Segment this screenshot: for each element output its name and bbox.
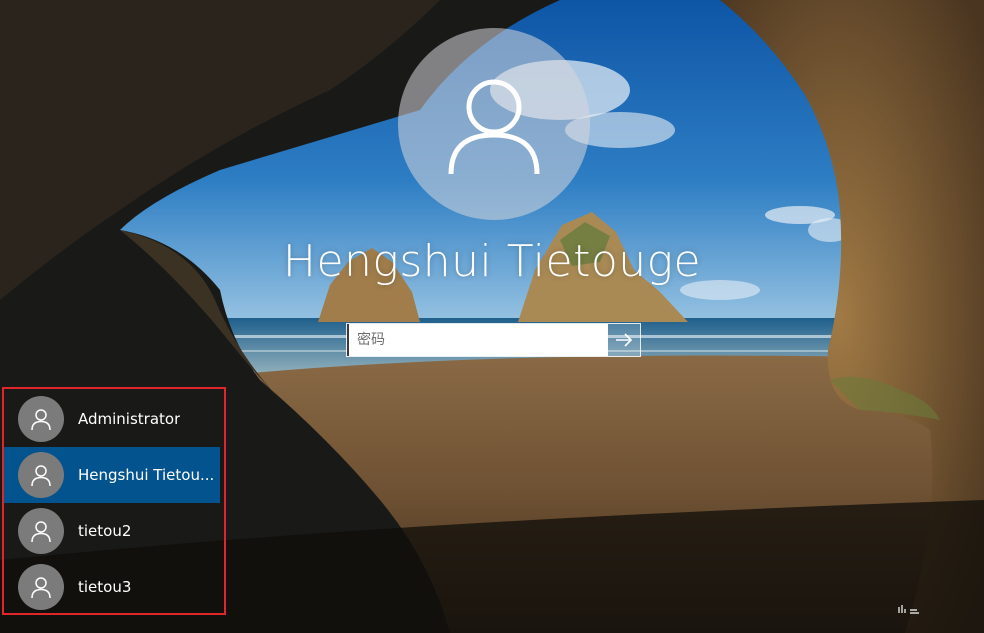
user-silhouette-icon [31,409,51,431]
system-tray-icon[interactable] [898,603,920,615]
current-username: Hengshui Tietouge [282,236,702,287]
password-input[interactable] [347,324,608,356]
user-avatar [18,396,64,442]
user-name: Administrator [78,410,181,428]
user-silhouette-icon [31,521,51,543]
arrow-right-icon [616,333,633,347]
user-item-administrator[interactable]: Administrator [4,391,220,447]
user-name: tietou3 [78,578,132,596]
user-avatar-large [398,28,590,220]
user-silhouette-icon [448,79,540,175]
user-item-tietou2[interactable]: tietou2 [4,503,220,559]
submit-button[interactable] [608,324,640,356]
user-avatar [18,564,64,610]
user-silhouette-icon [31,465,51,487]
user-name: Hengshui Tietou... [78,466,215,484]
user-silhouette-icon [31,577,51,599]
user-item-hengshui-tietouge[interactable]: Hengshui Tietou... [4,447,220,503]
password-box [346,323,641,357]
user-avatar [18,508,64,554]
user-item-tietou3[interactable]: tietou3 [4,559,220,615]
user-avatar [18,452,64,498]
user-name: tietou2 [78,522,132,540]
